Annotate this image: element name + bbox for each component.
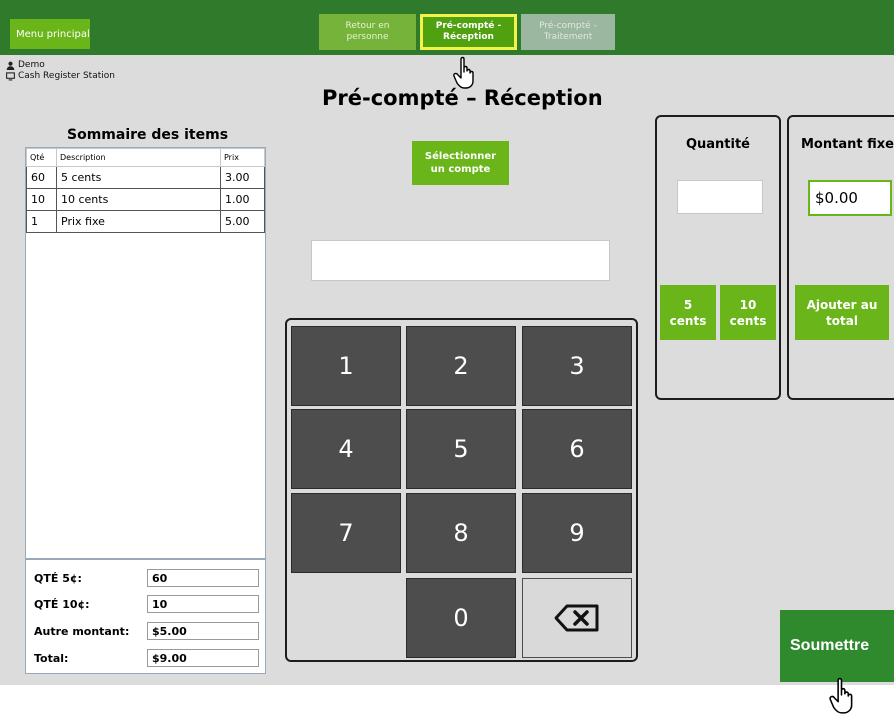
tab-precompte-reception[interactable]: Pré-compté - Réception	[420, 14, 517, 50]
qty10-label: QTÉ 10¢:	[34, 597, 90, 611]
add-5-cents-button[interactable]: 5 cents	[660, 285, 716, 340]
quantity-title: Quantité	[685, 137, 751, 152]
keypad-key-2[interactable]: 2	[406, 326, 516, 406]
total-row-total: Total: $9.00	[34, 649, 259, 667]
numeric-keypad: 1 2 3 4 5 6 7 8 9 0	[285, 318, 638, 662]
keypad-key-6[interactable]: 6	[522, 409, 632, 489]
cell-description: 5 cents	[56, 166, 221, 189]
fixed-amount-title: Montant fixe	[801, 137, 894, 152]
keypad-key-0[interactable]: 0	[406, 578, 516, 658]
qty5-label: QTÉ 5¢:	[34, 571, 82, 585]
add-10-cents-button[interactable]: 10 cents	[720, 285, 776, 340]
account-input[interactable]	[311, 240, 610, 281]
table-row[interactable]: 1 Prix fixe 5.00	[26, 210, 265, 233]
keypad-key-7[interactable]: 7	[291, 493, 401, 573]
tab-precompte-traitement[interactable]: Pré-compté - Traitement	[521, 14, 615, 50]
hand-cursor-icon	[453, 56, 474, 89]
tab-label-line2: Réception	[443, 32, 494, 42]
totals-panel: QTÉ 5¢: 60 QTÉ 10¢: 10 Autre montant: $5…	[25, 559, 266, 674]
select-account-button[interactable]: Sélectionner un compte	[412, 141, 509, 185]
main-menu-button[interactable]: Menu principal	[10, 19, 90, 49]
other-amount-label: Autre montant:	[34, 624, 130, 638]
coin5-line1: 5	[683, 297, 693, 312]
table-row[interactable]: 60 5 cents 3.00	[26, 166, 265, 189]
cell-description: 10 cents	[56, 188, 221, 211]
keypad-backspace-button[interactable]	[522, 578, 632, 658]
keypad-key-8[interactable]: 8	[406, 493, 516, 573]
app-window: Menu principal Retour en personne Pré-co…	[0, 0, 894, 685]
cell-description: Prix fixe	[56, 210, 221, 233]
coin10-line2: cents	[729, 313, 767, 328]
quantity-panel: Quantité 5 cents 10 cents	[655, 115, 781, 400]
items-summary-table: Qté Description Prix 60 5 cents 3.00 10 …	[25, 147, 266, 559]
cell-qty: 10	[26, 188, 57, 211]
user-name: Demo	[18, 60, 45, 70]
qty10-value: 10	[147, 595, 259, 613]
quantity-input[interactable]	[677, 180, 763, 214]
top-bar: Menu principal Retour en personne Pré-co…	[0, 0, 894, 55]
user-icon	[6, 61, 15, 70]
keypad-key-9[interactable]: 9	[522, 493, 632, 573]
keypad-key-4[interactable]: 4	[291, 409, 401, 489]
total-row-other: Autre montant: $5.00	[34, 622, 259, 640]
monitor-icon	[6, 72, 15, 81]
tab-label-line1: Retour en	[345, 21, 390, 31]
tab-label-line1: Pré-compté -	[435, 21, 502, 31]
other-amount-value: $5.00	[147, 622, 259, 640]
hand-cursor-icon	[829, 677, 853, 714]
tab-label-line1: Pré-compté -	[539, 21, 597, 31]
station-name: Cash Register Station	[18, 71, 115, 81]
column-header-price: Prix	[220, 148, 265, 167]
add-total-line1: Ajouter au	[806, 297, 878, 312]
cell-price: 5.00	[220, 210, 265, 233]
tab-label-line2: personne	[346, 32, 389, 42]
keypad-key-3[interactable]: 3	[522, 326, 632, 406]
coin10-line1: 10	[739, 297, 757, 312]
keypad-key-1[interactable]: 1	[291, 326, 401, 406]
cell-price: 1.00	[220, 188, 265, 211]
table-row[interactable]: 10 10 cents 1.00	[26, 188, 265, 211]
total-row-qty10: QTÉ 10¢: 10	[34, 595, 259, 613]
select-account-line1: Sélectionner	[424, 151, 497, 162]
user-info: Demo Cash Register Station	[6, 60, 115, 82]
summary-title: Sommaire des items	[67, 127, 229, 143]
fixed-amount-input[interactable]: $0.00	[808, 180, 892, 216]
tab-label-line2: Traitement	[543, 32, 593, 42]
fixed-amount-panel: Montant fixe $0.00 Ajouter au total	[787, 115, 894, 400]
total-label: Total:	[34, 651, 69, 665]
total-value: $9.00	[147, 649, 259, 667]
tab-retour-en-personne[interactable]: Retour en personne	[319, 14, 416, 50]
total-row-qty5: QTÉ 5¢: 60	[34, 569, 259, 587]
keypad-key-5[interactable]: 5	[406, 409, 516, 489]
coin5-line2: cents	[669, 313, 707, 328]
backspace-icon	[554, 604, 599, 632]
cell-qty: 1	[26, 210, 57, 233]
add-total-line2: total	[826, 313, 858, 328]
column-header-description: Description	[56, 148, 221, 167]
column-header-qty: Qté	[26, 148, 57, 167]
submit-button[interactable]: Soumettre	[780, 610, 894, 682]
cell-price: 3.00	[220, 166, 265, 189]
qty5-value: 60	[147, 569, 259, 587]
select-account-line2: un compte	[430, 164, 491, 175]
table-header-row: Qté Description Prix	[26, 148, 265, 167]
cell-qty: 60	[26, 166, 57, 189]
add-to-total-button[interactable]: Ajouter au total	[795, 285, 889, 340]
